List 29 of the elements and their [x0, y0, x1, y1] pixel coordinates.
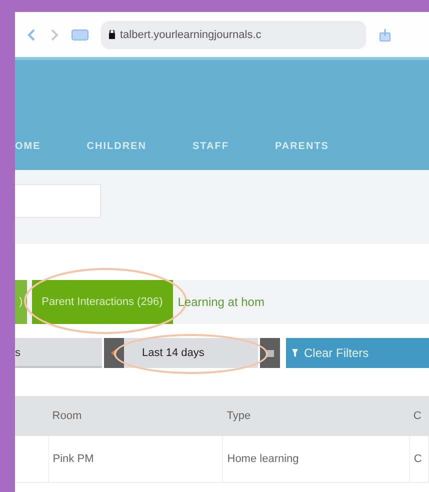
filter-tab[interactable]: Parent Interactions (296) [32, 280, 173, 324]
tabs-icon[interactable] [71, 28, 89, 40]
square-icon [266, 350, 274, 356]
column-header: Room [48, 396, 223, 436]
forward-icon[interactable] [49, 28, 59, 40]
nav-link[interactable]: STAFF [192, 141, 229, 152]
nav-link[interactable]: CHILDREN [86, 141, 146, 152]
filter-tab[interactable]: Learning at hom [178, 295, 264, 309]
date-range-field[interactable]: Last 14 days [124, 338, 258, 368]
table-cell: C [409, 436, 428, 482]
previous-button[interactable] [104, 338, 124, 368]
lock-icon [109, 30, 115, 39]
filter-tab[interactable]: ) [15, 280, 27, 324]
next-button[interactable] [260, 338, 280, 368]
address-bar[interactable]: talbert.yourlearningjournals.c [101, 20, 366, 48]
table-cell: Home learning [222, 436, 410, 482]
clear-filters-button[interactable]: Clear Filters [286, 338, 429, 368]
back-icon[interactable] [27, 28, 37, 40]
search-field[interactable] [15, 184, 101, 218]
url-text: talbert.yourlearningjournals.c [120, 28, 262, 40]
table-cell: Pink PM [48, 436, 223, 482]
filter-select[interactable]: s [15, 338, 102, 368]
nav-link[interactable]: PARENTS [274, 141, 329, 152]
chevron-left-icon [111, 349, 117, 357]
column-header: C [409, 396, 428, 436]
filter-icon [292, 349, 298, 357]
nav-link[interactable]: OME [15, 141, 41, 152]
column-header: Type [222, 396, 410, 436]
share-icon[interactable] [378, 28, 392, 42]
